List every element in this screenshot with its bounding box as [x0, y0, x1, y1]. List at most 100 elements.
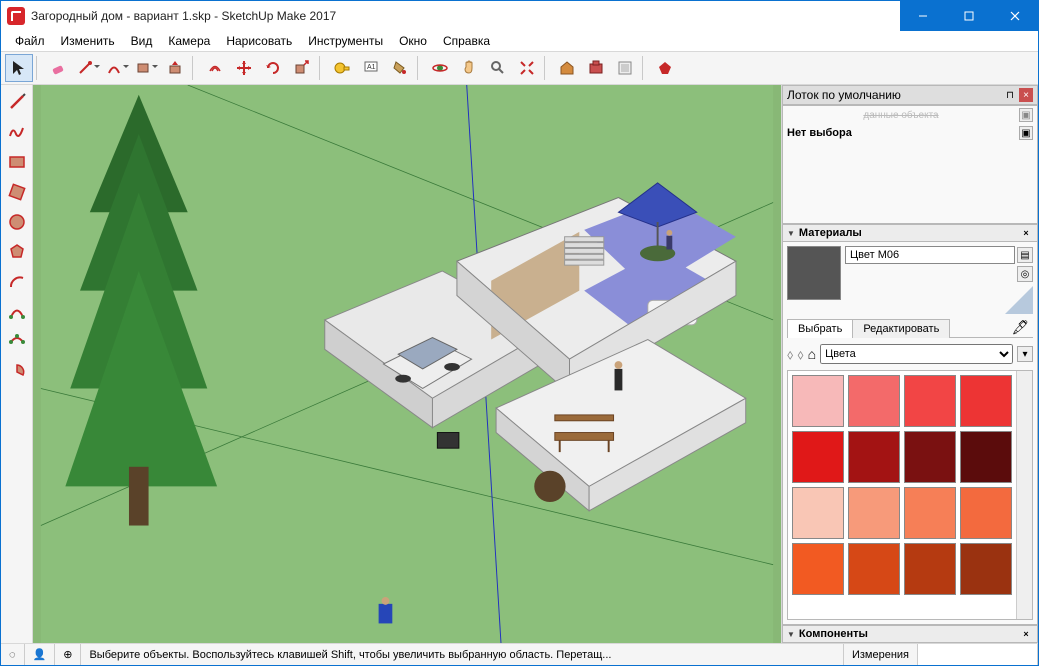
menu-camera[interactable]: Камера: [160, 32, 218, 50]
color-swatch[interactable]: [960, 543, 1012, 595]
menu-file[interactable]: Файл: [7, 32, 53, 50]
color-swatch[interactable]: [960, 375, 1012, 427]
polygon-icon[interactable]: [4, 239, 30, 265]
nav-fwd-icon[interactable]: ⬨: [797, 346, 803, 363]
maximize-button[interactable]: [946, 1, 992, 31]
materials-close-icon[interactable]: ×: [1019, 226, 1033, 240]
color-swatch[interactable]: [960, 431, 1012, 483]
svg-text:A1: A1: [367, 64, 376, 71]
rectangle-icon[interactable]: [4, 149, 30, 175]
text-tool-button[interactable]: A1: [357, 54, 385, 82]
color-swatch[interactable]: [848, 375, 900, 427]
library-menu-icon[interactable]: ▾: [1017, 346, 1033, 362]
app-icon: [7, 7, 25, 25]
materials-title: Материалы: [799, 227, 1019, 239]
status-person-icon[interactable]: 👤: [25, 644, 56, 665]
menu-tools[interactable]: Инструменты: [300, 32, 391, 50]
close-button[interactable]: [992, 1, 1038, 31]
offset-tool-button[interactable]: [201, 54, 229, 82]
material-create-icon[interactable]: ▤: [1017, 247, 1033, 263]
color-swatch[interactable]: [792, 431, 844, 483]
measurements-input[interactable]: [918, 644, 1038, 665]
color-swatch[interactable]: [904, 487, 956, 539]
current-material-swatch[interactable]: [787, 246, 841, 300]
expand-icon[interactable]: ▣: [1019, 108, 1033, 122]
swatch-grid: [788, 371, 1016, 619]
collapse-icon[interactable]: ▣: [1019, 126, 1033, 140]
extension-warehouse-button[interactable]: [582, 54, 610, 82]
menu-bar: Файл Изменить Вид Камера Нарисовать Инст…: [1, 31, 1038, 51]
default-tray: Лоток по умолчанию ⊓ × данные объекта ▣ …: [782, 85, 1038, 643]
material-library-select[interactable]: Цвета: [820, 344, 1013, 364]
status-hint: Выберите объекты. Воспользуйтесь клавише…: [81, 644, 843, 665]
color-swatch[interactable]: [792, 375, 844, 427]
swatch-scrollbar[interactable]: [1016, 371, 1032, 619]
status-help-icon[interactable]: ◌: [1, 644, 25, 665]
components-close-icon[interactable]: ×: [1019, 627, 1033, 641]
materials-panel: ▤ ◎ Выбрать Редактировать 🖋 ⬨ ⬨ ⌂ Цвета …: [782, 242, 1038, 625]
move-tool-button[interactable]: [230, 54, 258, 82]
pushpull-tool-button[interactable]: [161, 54, 189, 82]
tray-title-bar[interactable]: Лоток по умолчанию ⊓ ×: [782, 85, 1038, 105]
freehand-icon[interactable]: [4, 119, 30, 145]
3d-viewport[interactable]: [33, 85, 782, 643]
warehouse-button[interactable]: [553, 54, 581, 82]
rotate-tool-button[interactable]: [259, 54, 287, 82]
home-icon[interactable]: ⌂: [808, 346, 816, 362]
nav-back-icon[interactable]: ⬨: [787, 346, 793, 363]
rotated-rect-icon[interactable]: [4, 179, 30, 205]
arc-tool-button[interactable]: [103, 54, 131, 82]
pencil-icon[interactable]: [4, 89, 30, 115]
components-panel-header[interactable]: Компоненты×: [782, 625, 1038, 643]
color-swatch[interactable]: [904, 431, 956, 483]
materials-panel-header[interactable]: Материалы×: [782, 224, 1038, 242]
menu-help[interactable]: Справка: [435, 32, 498, 50]
color-swatch[interactable]: [960, 487, 1012, 539]
arc2-icon[interactable]: [4, 299, 30, 325]
material-front-back-icon[interactable]: [993, 284, 1033, 314]
arc-icon[interactable]: [4, 269, 30, 295]
ruby-console-button[interactable]: [651, 54, 679, 82]
circle-icon[interactable]: [4, 209, 30, 235]
status-bar: ◌ 👤 ⊕ Выберите объекты. Воспользуйтесь к…: [1, 643, 1038, 665]
menu-draw[interactable]: Нарисовать: [218, 32, 300, 50]
status-geo-icon[interactable]: ⊕: [55, 644, 81, 665]
main-toolbar: A1: [1, 51, 1038, 85]
pan-tool-button[interactable]: [455, 54, 483, 82]
eyedropper-icon[interactable]: 🖋: [1011, 319, 1029, 336]
color-swatch[interactable]: [904, 375, 956, 427]
menu-edit[interactable]: Изменить: [53, 32, 123, 50]
zoom-extents-button[interactable]: [513, 54, 541, 82]
no-selection-label: Нет выбора: [787, 127, 852, 139]
color-swatch[interactable]: [792, 487, 844, 539]
material-name-input[interactable]: [845, 246, 1015, 264]
zoom-tool-button[interactable]: [484, 54, 512, 82]
tab-select[interactable]: Выбрать: [787, 319, 853, 338]
menu-view[interactable]: Вид: [123, 32, 161, 50]
tray-close-icon[interactable]: ×: [1019, 88, 1033, 102]
color-swatch[interactable]: [792, 543, 844, 595]
pie-icon[interactable]: [4, 359, 30, 385]
tab-edit[interactable]: Редактировать: [852, 319, 950, 338]
tape-tool-button[interactable]: [328, 54, 356, 82]
select-tool-button[interactable]: [5, 54, 33, 82]
measurements-label: Измерения: [844, 644, 918, 665]
layout-button[interactable]: [611, 54, 639, 82]
color-swatch[interactable]: [848, 543, 900, 595]
entity-cut-label: данные объекта: [787, 110, 1015, 121]
rectangle-tool-button[interactable]: [132, 54, 160, 82]
menu-window[interactable]: Окно: [391, 32, 435, 50]
eraser-tool-button[interactable]: [45, 54, 73, 82]
color-swatch[interactable]: [848, 487, 900, 539]
arc3-icon[interactable]: [4, 329, 30, 355]
color-swatch[interactable]: [848, 431, 900, 483]
material-default-icon[interactable]: ◎: [1017, 266, 1033, 282]
window-title: Загородный дом - вариант 1.skp - SketchU…: [31, 9, 900, 23]
orbit-tool-button[interactable]: [426, 54, 454, 82]
paint-tool-button[interactable]: [386, 54, 414, 82]
scale-tool-button[interactable]: [288, 54, 316, 82]
line-tool-button[interactable]: [74, 54, 102, 82]
pin-icon[interactable]: ⊓: [1003, 88, 1017, 102]
minimize-button[interactable]: [900, 1, 946, 31]
color-swatch[interactable]: [904, 543, 956, 595]
